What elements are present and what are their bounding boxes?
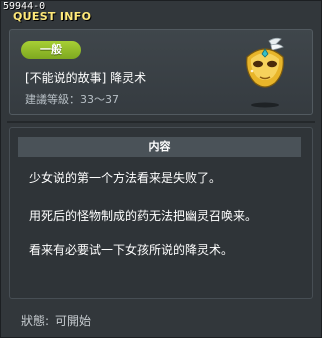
golden-mask-icon	[241, 35, 289, 109]
quest-level-range: 33～37	[80, 93, 119, 106]
quest-level: 建議等級：33～37	[25, 91, 119, 107]
quest-name: [不能说的故事] 降灵术	[25, 71, 147, 85]
content-line: 少女说的第一个方法看来是失败了。	[29, 171, 222, 185]
content-line: 看来有必要试一下女孩所说的降灵术。	[29, 243, 234, 257]
status-label: 狀態:	[21, 314, 50, 328]
divider	[7, 121, 315, 123]
status-value: 可開始	[55, 314, 92, 328]
content-line: 用死后的怪物制成的药无法把幽灵召唤来。	[29, 209, 258, 223]
quest-level-label: 建議等級：	[25, 93, 80, 106]
content-header: 内容	[18, 137, 301, 157]
category-badge: 一般	[21, 41, 81, 59]
status: 狀態: 可開始	[21, 312, 97, 329]
window-title: QUEST INFO	[13, 10, 92, 23]
quest-info-window: 59944-0 QUEST INFO 一般 [不能说的故事] 降灵术 建議等級：…	[0, 0, 322, 338]
title-bar[interactable]: 59944-0 QUEST INFO	[1, 1, 321, 23]
